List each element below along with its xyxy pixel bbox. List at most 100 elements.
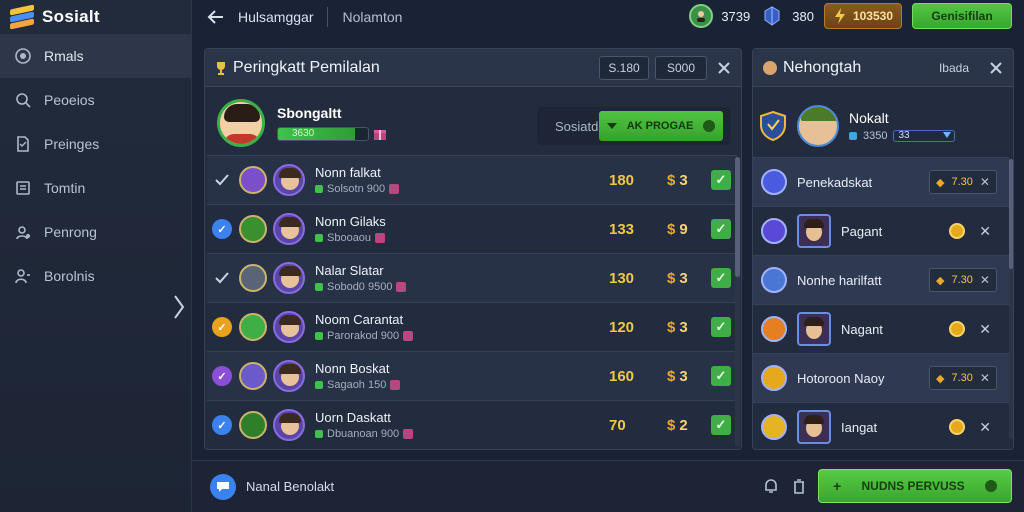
chevron-circle-icon bbox=[984, 480, 997, 492]
sidebar-item[interactable]: Peoeios bbox=[0, 78, 191, 122]
back-arrow-icon[interactable] bbox=[206, 7, 226, 27]
clan-badge-icon bbox=[761, 414, 787, 440]
table-row[interactable]: Nalar Slatar Sobod0 9500 130 $3 ✓ bbox=[207, 253, 737, 302]
clan-emblem-icon bbox=[239, 411, 267, 439]
list-item[interactable]: Hotoroon Naoy ◆ 7.30 ✕ bbox=[753, 353, 1009, 402]
clan-badge-icon bbox=[761, 169, 787, 195]
friends-action[interactable]: Ibada bbox=[939, 61, 969, 75]
status-icon bbox=[315, 283, 323, 291]
sidebar-item-label: Penrong bbox=[44, 224, 97, 240]
top-action-button[interactable]: Genisifilan bbox=[912, 3, 1012, 29]
accept-checkbox[interactable]: ✓ bbox=[711, 366, 731, 386]
reward-pill[interactable]: ◆ 7.30 ✕ bbox=[929, 170, 997, 194]
reward-pill[interactable]: ◆ 7.30 ✕ bbox=[929, 366, 997, 390]
accept-checkbox[interactable]: ✓ bbox=[711, 170, 731, 190]
coin-count: $2 bbox=[667, 417, 688, 434]
table-row[interactable]: ✓ Noom Carantat Parorakod 900 120 $3 ✓ bbox=[207, 302, 737, 351]
accept-checkbox[interactable]: ✓ bbox=[711, 219, 731, 239]
sidebar-item[interactable]: Borolnis bbox=[0, 254, 191, 298]
close-icon[interactable] bbox=[717, 61, 731, 75]
sidebar-item[interactable]: Penrong bbox=[0, 210, 191, 254]
sidebar: Sosialt Rmals Peoeios Preinges Tomtin Penron… bbox=[0, 0, 192, 512]
avatar bbox=[797, 105, 839, 147]
avatar bbox=[273, 311, 305, 343]
primary-action-button[interactable]: + NUDNS PERVUSS bbox=[818, 469, 1012, 503]
close-icon[interactable]: ✕ bbox=[980, 175, 990, 189]
trash-icon[interactable] bbox=[790, 477, 808, 495]
player-score: 133 bbox=[609, 220, 635, 238]
player-score: 180 bbox=[609, 171, 635, 189]
close-icon[interactable]: ✕ bbox=[980, 273, 990, 287]
player-name: Nonn Boskat bbox=[315, 361, 390, 376]
accept-checkbox[interactable]: ✓ bbox=[711, 317, 731, 337]
medal-icon[interactable] bbox=[949, 223, 966, 239]
list-item[interactable]: Nagant ✕ bbox=[753, 304, 1009, 353]
coin-balance[interactable]: 103530 bbox=[823, 3, 902, 29]
remove-icon[interactable]: ✕ bbox=[979, 223, 991, 240]
list-item[interactable]: Nonhe harilfatt ◆ 7.30 ✕ bbox=[753, 255, 1009, 304]
accept-checkbox[interactable]: ✓ bbox=[711, 268, 731, 288]
reward-pill[interactable]: ◆ 7.30 ✕ bbox=[929, 268, 997, 292]
current-player-card[interactable]: Sbongaltt 3630 bbox=[217, 99, 387, 147]
player-subtitle: Sbooaou bbox=[327, 232, 372, 244]
app-logo[interactable]: Sosialt bbox=[0, 0, 191, 34]
accept-checkbox[interactable]: ✓ bbox=[711, 415, 731, 435]
friend-level-bar[interactable]: 33 bbox=[893, 130, 956, 142]
bottom-label[interactable]: Nanal Benolakt bbox=[246, 479, 334, 494]
remove-icon[interactable]: ✕ bbox=[979, 419, 991, 436]
clan-badge-icon bbox=[761, 365, 787, 391]
breadcrumb-secondary[interactable]: Nolamton bbox=[342, 9, 402, 25]
leaderboard-scrollbar[interactable] bbox=[735, 157, 740, 447]
chevron-right-icon[interactable] bbox=[172, 294, 186, 320]
lightning-icon bbox=[834, 8, 845, 24]
filter-chip-a[interactable]: S.180 bbox=[599, 55, 649, 80]
remove-icon[interactable]: ✕ bbox=[979, 321, 991, 338]
status-icon bbox=[315, 332, 323, 340]
player-name: Uorn Daskatt bbox=[315, 410, 391, 425]
list-item[interactable]: Pagant ✕ bbox=[753, 206, 1009, 255]
notification-icon[interactable] bbox=[762, 477, 780, 495]
close-icon[interactable]: ✕ bbox=[980, 371, 990, 385]
coin-count: $3 bbox=[667, 319, 688, 336]
breadcrumb-divider bbox=[327, 7, 329, 27]
filter-chip-b[interactable]: S000 bbox=[655, 55, 707, 80]
coin-value: 3 bbox=[679, 171, 688, 189]
app-title: Sosialt bbox=[42, 7, 100, 26]
table-row[interactable]: ✓ Nonn Boskat Sagaoh 150 160 $3 ✓ bbox=[207, 351, 737, 400]
chat-icon[interactable] bbox=[210, 473, 236, 500]
gem-stat-value: 380 bbox=[792, 8, 814, 24]
friends-scrollbar[interactable] bbox=[1009, 159, 1013, 439]
table-row[interactable]: ✓ Nonn Gilaks Sbooaou 133 $9 ✓ bbox=[207, 204, 737, 253]
friends-header: Nehongtah Ibada bbox=[753, 49, 1013, 87]
list-item[interactable]: Iangat ✕ bbox=[753, 402, 1009, 451]
table-row[interactable]: ✓ Uorn Daskatt Dbuanoan 900 70 $2 ✓ bbox=[207, 400, 737, 449]
medal-icon[interactable] bbox=[949, 419, 966, 435]
users-icon bbox=[14, 223, 32, 241]
clan-emblem-icon bbox=[239, 166, 267, 194]
list-item[interactable]: Penekadskat ◆ 7.30 ✕ bbox=[753, 157, 1009, 206]
search-label[interactable]: Sosiatd bbox=[555, 119, 598, 134]
list-icon bbox=[14, 179, 32, 197]
check-icon bbox=[215, 272, 229, 284]
coin-value: 3 bbox=[679, 318, 688, 336]
sidebar-item[interactable]: Rmals bbox=[0, 34, 191, 78]
table-row[interactable]: Nonn falkat Solsotn 900 180 $3 ✓ bbox=[207, 155, 737, 204]
close-icon[interactable] bbox=[989, 61, 1003, 75]
search-area: Sosiatd AK PROGAE bbox=[537, 107, 731, 145]
sidebar-item[interactable]: Tomtin bbox=[0, 166, 191, 210]
coin-icon: ◆ bbox=[936, 372, 945, 385]
friend-card[interactable]: Nokalt 3350 33 bbox=[759, 99, 1007, 153]
player-name: Nonn falkat bbox=[315, 165, 381, 180]
sidebar-item[interactable]: Preinges bbox=[0, 122, 191, 166]
medal-icon[interactable] bbox=[949, 321, 966, 337]
shield-icon bbox=[760, 110, 786, 142]
breadcrumb-primary[interactable]: Hulsamggar bbox=[238, 9, 313, 25]
friend-name: Nokalt bbox=[849, 110, 889, 126]
gift-icon bbox=[389, 184, 400, 194]
chevron-circle-icon bbox=[703, 120, 715, 132]
coin-count: $3 bbox=[667, 368, 688, 385]
avatar bbox=[273, 164, 305, 196]
player-subtitle: Sobod0 9500 bbox=[327, 281, 393, 293]
add-progress-button[interactable]: AK PROGAE bbox=[599, 111, 723, 141]
gift-icon bbox=[403, 429, 414, 439]
